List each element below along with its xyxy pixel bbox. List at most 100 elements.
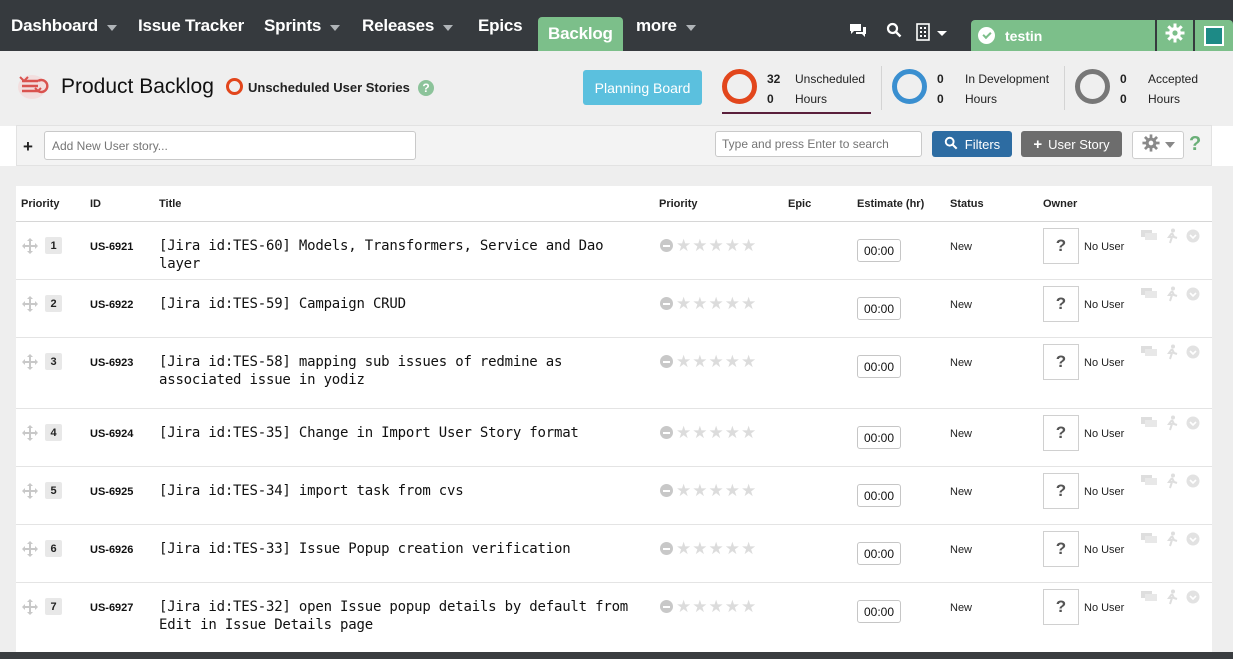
- settings-button[interactable]: [1157, 20, 1193, 51]
- avatar[interactable]: ?: [1043, 415, 1079, 451]
- nav-issue-tracker[interactable]: Issue Tracker: [138, 0, 244, 51]
- star-icon[interactable]: ★: [741, 598, 756, 615]
- star-icon[interactable]: ★: [709, 237, 724, 254]
- star-icon[interactable]: ★: [692, 295, 707, 312]
- owner-name[interactable]: No User: [1084, 486, 1124, 498]
- star-icon[interactable]: ★: [676, 353, 691, 370]
- story-id[interactable]: US-6923: [90, 357, 133, 369]
- avatar[interactable]: ?: [1043, 344, 1079, 380]
- minus-icon[interactable]: [660, 239, 673, 252]
- star-icon[interactable]: ★: [692, 237, 707, 254]
- story-id[interactable]: US-6926: [90, 544, 133, 556]
- story-id[interactable]: US-6922: [90, 299, 133, 311]
- estimate-field[interactable]: 00:00: [857, 239, 901, 262]
- chevron-circle-icon[interactable]: [1186, 287, 1200, 304]
- star-icon[interactable]: ★: [741, 540, 756, 557]
- owner-name[interactable]: No User: [1084, 428, 1124, 440]
- star-icon[interactable]: ★: [741, 295, 756, 312]
- chevron-circle-icon[interactable]: [1186, 590, 1200, 607]
- minus-icon[interactable]: [660, 355, 673, 368]
- chevron-circle-icon[interactable]: [1186, 474, 1200, 491]
- star-icon[interactable]: ★: [725, 353, 740, 370]
- comment-icon[interactable]: [1140, 590, 1158, 607]
- drag-handle-icon[interactable]: [22, 296, 38, 317]
- estimate-field[interactable]: 00:00: [857, 297, 901, 320]
- help-icon[interactable]: ?: [418, 80, 434, 96]
- add-user-story-input[interactable]: [44, 131, 416, 160]
- column-header-title[interactable]: Title: [159, 198, 181, 210]
- minus-icon[interactable]: [660, 542, 673, 555]
- help-icon[interactable]: ?: [1189, 133, 1201, 156]
- planning-board-button[interactable]: Planning Board: [583, 70, 702, 105]
- star-icon[interactable]: ★: [676, 598, 691, 615]
- star-icon[interactable]: ★: [676, 424, 691, 441]
- star-icon[interactable]: ★: [692, 540, 707, 557]
- minus-icon[interactable]: [660, 600, 673, 613]
- column-header-epic[interactable]: Epic: [788, 198, 811, 210]
- estimate-field[interactable]: 00:00: [857, 542, 901, 565]
- status-text[interactable]: New: [950, 486, 972, 498]
- minus-icon[interactable]: [660, 297, 673, 310]
- avatar[interactable]: ?: [1043, 473, 1079, 509]
- story-title[interactable]: [Jira id:TES-58] mapping sub issues of r…: [159, 353, 649, 389]
- star-icon[interactable]: ★: [725, 424, 740, 441]
- minus-icon[interactable]: [660, 484, 673, 497]
- table-row[interactable]: 1 US-6921 [Jira id:TES-60] Models, Transfo…: [16, 222, 1212, 280]
- star-icon[interactable]: ★: [676, 540, 691, 557]
- drag-handle-icon[interactable]: [22, 354, 38, 375]
- unscheduled-filter-label[interactable]: Unscheduled User Stories: [248, 80, 410, 95]
- filters-button[interactable]: Filters: [932, 131, 1012, 157]
- column-header-estimate[interactable]: Estimate (hr): [857, 198, 924, 210]
- star-icon[interactable]: ★: [725, 295, 740, 312]
- person-walk-icon[interactable]: [1166, 473, 1178, 492]
- owner-name[interactable]: No User: [1084, 299, 1124, 311]
- estimate-field[interactable]: 00:00: [857, 426, 901, 449]
- story-id[interactable]: US-6924: [90, 428, 133, 440]
- person-walk-icon[interactable]: [1166, 531, 1178, 550]
- chevron-circle-icon[interactable]: [1186, 416, 1200, 433]
- star-icon[interactable]: ★: [676, 237, 691, 254]
- nav-more[interactable]: more: [636, 0, 696, 51]
- chevron-circle-icon[interactable]: [1186, 229, 1200, 246]
- search-icon[interactable]: [886, 22, 902, 43]
- person-walk-icon[interactable]: [1166, 344, 1178, 363]
- estimate-field[interactable]: 00:00: [857, 600, 901, 623]
- avatar[interactable]: ?: [1043, 589, 1079, 625]
- nav-backlog[interactable]: Backlog: [538, 17, 623, 51]
- building-icon[interactable]: [916, 23, 948, 46]
- add-user-story-button[interactable]: + User Story: [1021, 131, 1122, 157]
- status-text[interactable]: New: [950, 299, 972, 311]
- owner-name[interactable]: No User: [1084, 602, 1124, 614]
- story-id[interactable]: US-6925: [90, 486, 133, 498]
- status-text[interactable]: New: [950, 544, 972, 556]
- star-icon[interactable]: ★: [676, 482, 691, 499]
- star-icon[interactable]: ★: [741, 237, 756, 254]
- person-walk-icon[interactable]: [1166, 228, 1178, 247]
- comment-icon[interactable]: [1140, 345, 1158, 362]
- star-icon[interactable]: ★: [741, 353, 756, 370]
- drag-handle-icon[interactable]: [22, 425, 38, 446]
- chat-icon[interactable]: [848, 22, 868, 43]
- person-walk-icon[interactable]: [1166, 415, 1178, 434]
- star-icon[interactable]: ★: [725, 237, 740, 254]
- star-icon[interactable]: ★: [709, 353, 724, 370]
- user-menu[interactable]: testin: [971, 20, 1155, 51]
- column-header-status[interactable]: Status: [950, 198, 984, 210]
- nav-epics[interactable]: Epics: [478, 0, 523, 51]
- comment-icon[interactable]: [1140, 416, 1158, 433]
- avatar[interactable]: ?: [1043, 286, 1079, 322]
- table-row[interactable]: 3 US-6923 [Jira id:TES-58] mapping sub iss…: [16, 338, 1212, 409]
- drag-handle-icon[interactable]: [22, 483, 38, 504]
- star-icon[interactable]: ★: [709, 424, 724, 441]
- star-icon[interactable]: ★: [692, 598, 707, 615]
- star-icon[interactable]: ★: [741, 482, 756, 499]
- owner-name[interactable]: No User: [1084, 544, 1124, 556]
- star-icon[interactable]: ★: [741, 424, 756, 441]
- owner-name[interactable]: No User: [1084, 357, 1124, 369]
- story-id[interactable]: US-6921: [90, 241, 133, 253]
- table-row[interactable]: 5 US-6925 [Jira id:TES-34] import task fro…: [16, 467, 1212, 525]
- comment-icon[interactable]: [1140, 287, 1158, 304]
- column-header-priority[interactable]: Priority: [21, 198, 60, 210]
- table-settings-button[interactable]: [1132, 131, 1184, 159]
- column-header-rating[interactable]: Priority: [659, 198, 698, 210]
